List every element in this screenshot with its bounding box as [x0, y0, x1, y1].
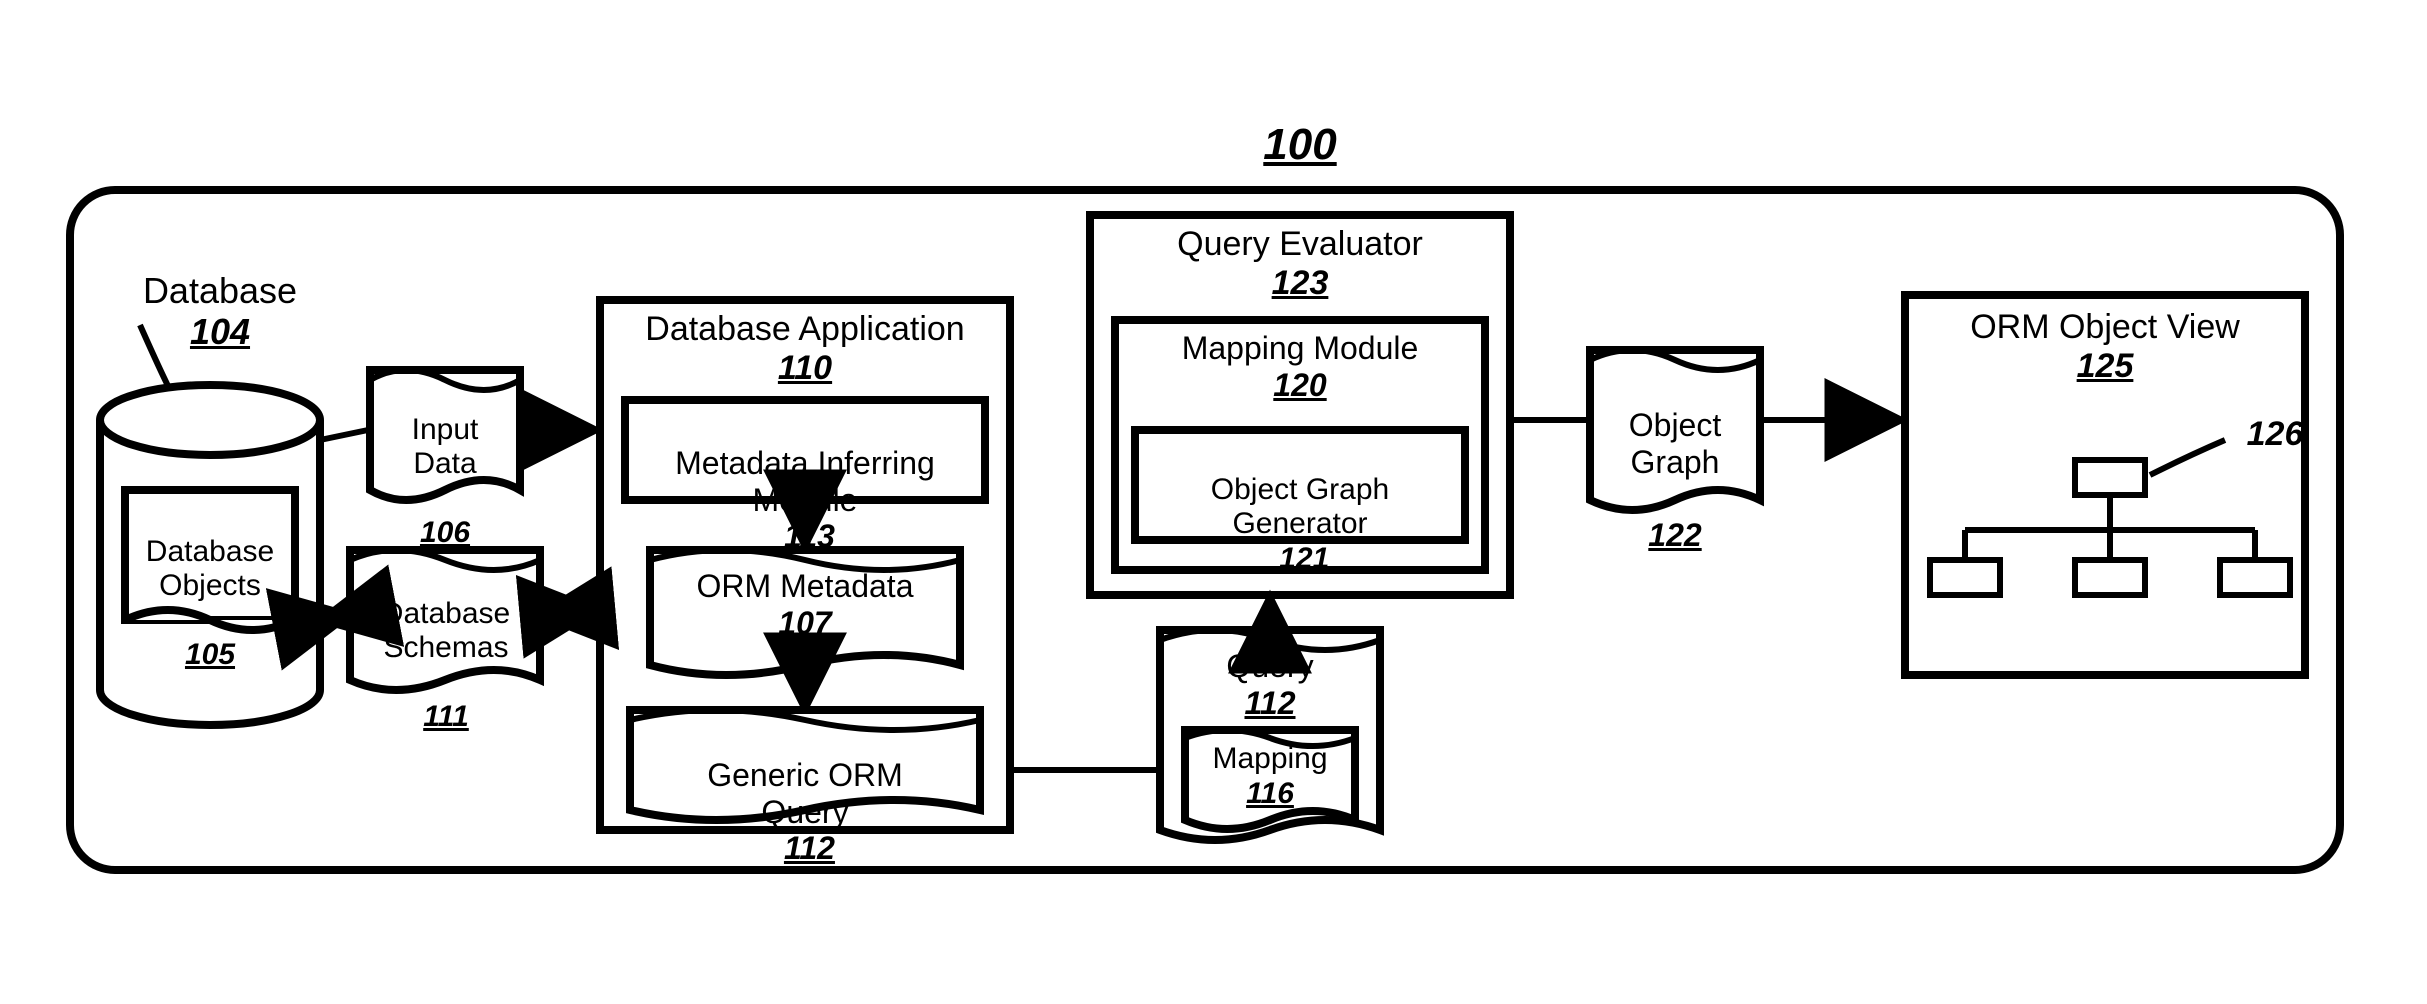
generic-orm-query-label: Generic ORM Query 112: [630, 720, 980, 867]
orm-tree-ref: 126: [2225, 415, 2325, 454]
diagram-stage: 100 Database 104 Database Objects 105 In…: [0, 0, 2427, 1004]
figure-ref-100: 100: [1180, 120, 1420, 171]
object-graph-label: Object Graph 122: [1590, 370, 1760, 554]
mapping-doc-label: Mapping 116: [1185, 742, 1355, 811]
orm-object-view-label: ORM Object View 125: [1905, 308, 2305, 386]
mapping-module-label: Mapping Module 120: [1115, 330, 1485, 404]
database-label: Database 104: [120, 270, 320, 353]
object-graph-generator-label: Object Graph Generator 121: [1135, 438, 1465, 576]
query-doc-label: Query 112: [1160, 648, 1380, 722]
database-schemas-label: Database Schemas 111: [352, 562, 540, 735]
query-evaluator-label: Query Evaluator 123: [1090, 225, 1510, 303]
orm-metadata-label: ORM Metadata 107: [650, 568, 960, 642]
metadata-inferring-label: Metadata Inferring Module 113: [625, 408, 985, 555]
orm-tree: [1930, 460, 2290, 595]
database-application-label: Database Application 110: [600, 310, 1010, 388]
database-objects-label: Database Objects 105: [125, 500, 295, 673]
input-data-label: Input Data 106: [370, 378, 520, 551]
